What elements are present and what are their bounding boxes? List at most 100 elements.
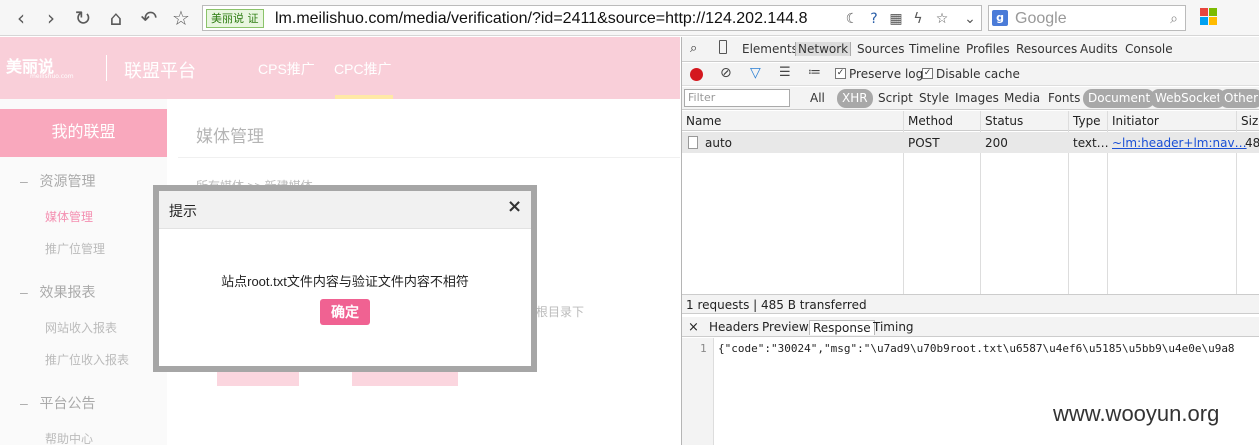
google-icon: g xyxy=(992,10,1008,26)
line-gutter: 1 xyxy=(682,338,714,445)
star-icon[interactable]: ☆ xyxy=(933,10,951,28)
network-controls: ⊘ ▽ ☰ ≔ ✓ Preserve log ✓ Disable cache xyxy=(682,63,1259,86)
sidebar-title[interactable]: 我的联盟 xyxy=(0,109,167,157)
tab-profiles[interactable]: Profiles xyxy=(966,42,1010,56)
site-logo-subtitle: meilishuo.com xyxy=(30,73,74,80)
disable-cache-label: Disable cache xyxy=(936,67,1020,81)
preserve-log-checkbox[interactable]: ✓ xyxy=(835,68,846,79)
network-summary-bar: 1 requests | 485 B transferred xyxy=(682,294,1259,314)
document-icon xyxy=(688,136,698,149)
sidebar-item-help[interactable]: 帮助中心 xyxy=(45,430,93,445)
type-fonts[interactable]: Fonts xyxy=(1048,91,1080,105)
sidebar-item-slot-income[interactable]: 推广位收入报表 xyxy=(45,351,129,368)
tab-preview[interactable]: Preview xyxy=(762,320,809,334)
column-status[interactable]: Status xyxy=(985,114,1023,128)
tab-network[interactable]: Network xyxy=(795,42,852,56)
sidebar-section-resources[interactable]: – 资源管理 xyxy=(20,171,95,191)
tab-cpc[interactable]: CPC推广 xyxy=(334,59,392,79)
search-placeholder[interactable]: Google xyxy=(1015,9,1067,28)
qrcode-icon[interactable]: ▦ xyxy=(887,10,905,28)
request-size: 485 xyxy=(1245,136,1259,150)
search-icon[interactable]: ⌕ xyxy=(1165,10,1183,28)
apps-icon[interactable] xyxy=(1200,8,1218,26)
active-tab-indicator xyxy=(335,95,393,99)
tab-timeline[interactable]: Timeline xyxy=(909,42,960,56)
tab-console[interactable]: Console xyxy=(1125,42,1173,56)
moon-icon[interactable]: ☾ xyxy=(843,10,861,28)
undo-icon[interactable]: ↶ xyxy=(136,5,162,31)
tab-audits[interactable]: Audits xyxy=(1080,42,1118,56)
back-icon[interactable]: ‹ xyxy=(8,5,34,31)
site-header: 美丽说 meilishuo.com 联盟平台 CPS推广 CPC推广 xyxy=(0,37,680,99)
inspect-icon[interactable]: ⌕ xyxy=(690,41,697,56)
bookmark-star-icon[interactable]: ☆ xyxy=(168,5,194,31)
reload-icon[interactable]: ↻ xyxy=(70,5,96,31)
list-view-icon[interactable]: ☰ xyxy=(779,65,791,80)
type-document[interactable]: Document xyxy=(1083,89,1156,108)
search-box[interactable]: g Google ⌕ xyxy=(988,5,1186,31)
site-verified-badge[interactable]: 美丽说 证 xyxy=(206,9,264,28)
forward-icon[interactable]: › xyxy=(38,5,64,31)
preserve-log-label: Preserve log xyxy=(849,67,924,81)
request-initiator[interactable]: ~lm:header+lm:nav… xyxy=(1112,136,1247,150)
device-mode-icon[interactable] xyxy=(719,40,727,54)
type-script[interactable]: Script xyxy=(878,91,913,105)
response-tabbar: × Headers Preview Response Timing xyxy=(682,317,1259,337)
close-icon[interactable]: × xyxy=(507,196,522,217)
devtools-panel: ⌕ Elements Network Sources Timeline Prof… xyxy=(681,37,1259,445)
type-other[interactable]: Other xyxy=(1219,89,1259,108)
sidebar-item-media[interactable]: 媒体管理 xyxy=(45,208,93,225)
tab-response[interactable]: Response xyxy=(809,320,875,335)
request-name[interactable]: auto xyxy=(705,136,732,150)
type-websocket[interactable]: WebSocket xyxy=(1150,89,1227,108)
address-bar[interactable]: 美丽说 证 lm.meilishuo.com/media/verificatio… xyxy=(202,5,982,31)
type-media[interactable]: Media xyxy=(1004,91,1040,105)
filter-icon[interactable]: ▽ xyxy=(750,65,761,81)
filter-input[interactable]: Filter xyxy=(684,89,790,107)
sidebar-item-adslots[interactable]: 推广位管理 xyxy=(45,240,105,257)
type-style[interactable]: Style xyxy=(919,91,949,105)
close-icon[interactable]: × xyxy=(688,320,699,335)
record-icon[interactable] xyxy=(690,68,703,81)
sidebar-section-announcements[interactable]: – 平台公告 xyxy=(20,393,95,413)
clear-icon[interactable]: ⊘ xyxy=(720,65,732,81)
lightning-icon[interactable]: ϟ xyxy=(909,10,927,28)
column-type[interactable]: Type xyxy=(1073,114,1101,128)
dialog-title: 提示 xyxy=(169,203,197,219)
column-initiator[interactable]: Initiator xyxy=(1112,114,1159,128)
column-size[interactable]: Size xyxy=(1241,114,1259,128)
home-icon[interactable]: ⌂ xyxy=(103,5,129,31)
network-summary: 1 requests | 485 B transferred xyxy=(686,298,867,312)
dialog-header: 提示 × xyxy=(159,191,531,229)
table-row[interactable]: auto POST 200 text… ~lm:header+lm:nav… 4… xyxy=(682,132,1259,153)
platform-title: 联盟平台 xyxy=(124,61,196,81)
type-images[interactable]: Images xyxy=(955,91,999,105)
tab-resources[interactable]: Resources xyxy=(1016,42,1077,56)
tab-elements[interactable]: Elements xyxy=(742,42,798,56)
column-method[interactable]: Method xyxy=(908,114,953,128)
dialog-message: 站点root.txt文件内容与验证文件内容不相符 xyxy=(221,274,469,289)
sidebar-item-site-income[interactable]: 网站收入报表 xyxy=(45,319,117,336)
tab-sources[interactable]: Sources xyxy=(857,42,904,56)
confirm-button[interactable]: 确定 xyxy=(320,299,370,325)
url-text[interactable]: lm.meilishuo.com/media/verification/?id=… xyxy=(275,9,825,28)
type-xhr[interactable]: XHR xyxy=(837,89,873,108)
header-divider xyxy=(106,55,107,81)
overview-icon[interactable]: ≔ xyxy=(808,65,821,80)
tab-headers[interactable]: Headers xyxy=(709,320,759,334)
devtools-tabbar: ⌕ Elements Network Sources Timeline Prof… xyxy=(682,37,1259,62)
request-type: text… xyxy=(1073,136,1109,150)
column-name[interactable]: Name xyxy=(686,114,721,128)
tab-cps[interactable]: CPS推广 xyxy=(258,59,315,79)
help-icon[interactable]: ? xyxy=(865,10,883,28)
sidebar-section-reports[interactable]: – 效果报表 xyxy=(20,282,95,302)
line-number: 1 xyxy=(700,342,707,355)
tab-timing[interactable]: Timing xyxy=(873,320,914,334)
page-title: 媒体管理 xyxy=(196,127,264,146)
chevron-down-icon[interactable]: ⌄ xyxy=(961,10,979,28)
request-status: 200 xyxy=(985,136,1008,150)
browser-toolbar: ‹ › ↻ ⌂ ↶ ☆ 美丽说 证 lm.meilishuo.com/media… xyxy=(0,0,1259,36)
disable-cache-checkbox[interactable]: ✓ xyxy=(922,68,933,79)
type-all[interactable]: All xyxy=(810,91,825,105)
response-body[interactable]: {"code":"30024","msg":"\u7ad9\u70b9root.… xyxy=(718,342,1235,355)
